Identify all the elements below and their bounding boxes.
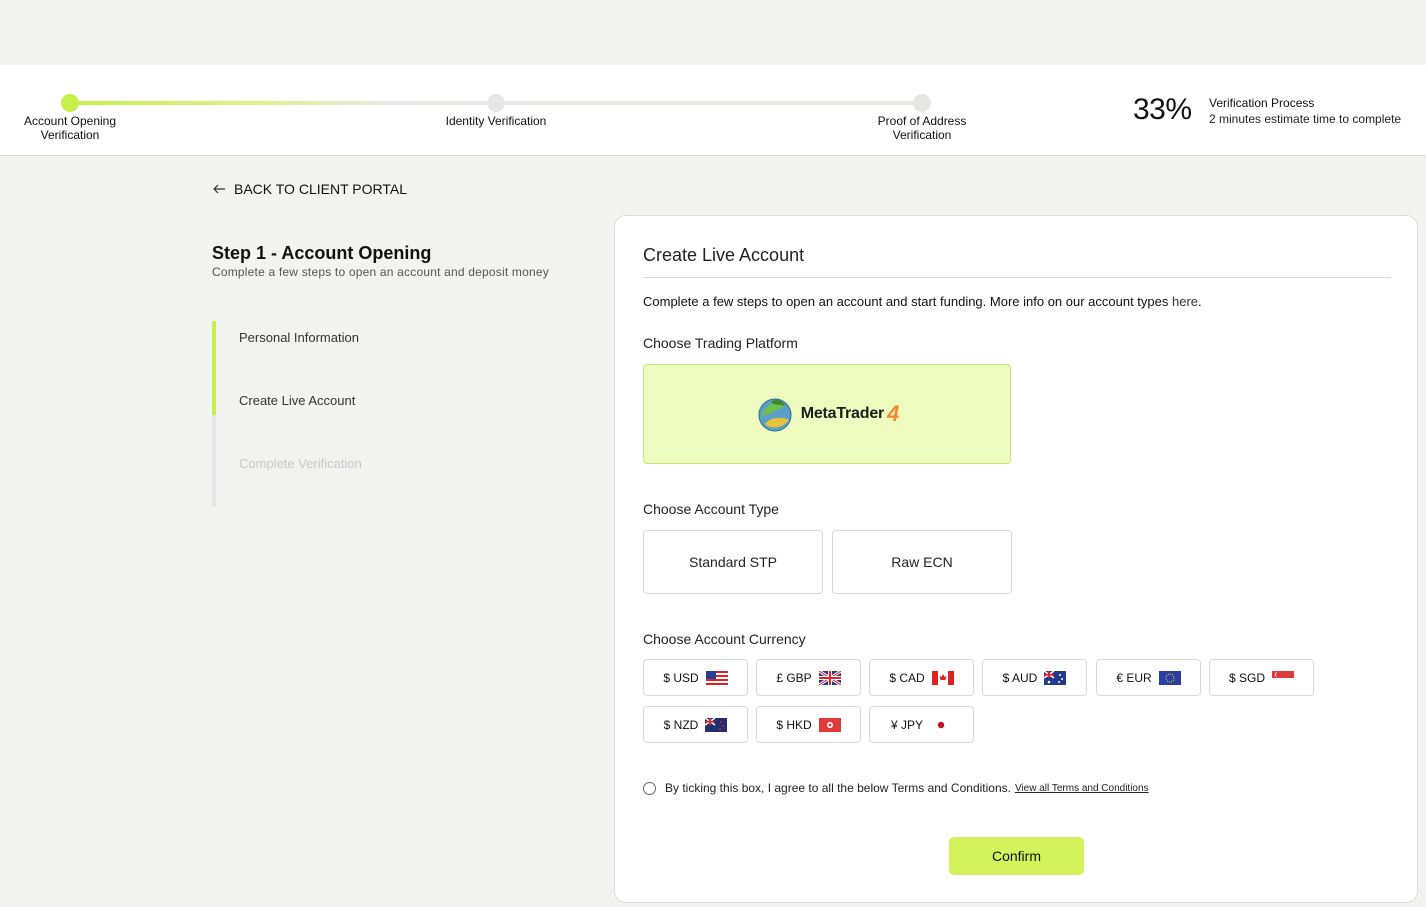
platform-version: 4: [887, 401, 900, 426]
currency-cad[interactable]: $ CAD: [869, 659, 974, 696]
step-label-account-opening: Account Opening Verification: [23, 114, 117, 142]
currency-sgd[interactable]: $ SGD: [1209, 659, 1314, 696]
currency-gbp[interactable]: £ GBP: [756, 659, 861, 696]
card-intro: Complete a few steps to open an account …: [643, 294, 1202, 309]
back-to-portal-link[interactable]: BACK TO CLIENT PORTAL: [212, 181, 407, 197]
currency-aud-label: $ AUD: [1002, 670, 1038, 685]
step-subtitle: Complete a few steps to open an account …: [212, 265, 549, 279]
card-intro-end: .: [1198, 294, 1202, 309]
account-currency-heading: Choose Account Currency: [643, 631, 806, 647]
currency-sgd-label: $ SGD: [1228, 670, 1265, 685]
currency-eur[interactable]: € EUR: [1096, 659, 1201, 696]
progress-track-segment-2: [496, 101, 922, 105]
progress-track-segment-1: [70, 101, 496, 105]
side-step-personal-information[interactable]: Personal Information: [239, 330, 359, 345]
currency-aud[interactable]: $ AUD: [982, 659, 1087, 696]
side-step-create-live-account[interactable]: Create Live Account: [239, 393, 355, 408]
currency-cad-label: $ CAD: [889, 670, 925, 685]
currency-hkd[interactable]: $ HKD: [756, 706, 861, 743]
back-to-portal-label: BACK TO CLIENT PORTAL: [234, 181, 407, 197]
currency-usd[interactable]: $ USD: [643, 659, 748, 696]
currency-jpy[interactable]: ¥ JPY: [869, 706, 974, 743]
ca-flag-icon: [931, 670, 954, 685]
currency-usd-label: $ USD: [663, 670, 699, 685]
card-title: Create Live Account: [643, 245, 805, 265]
hk-flag-icon: [818, 717, 841, 732]
side-step-track-fill: [212, 321, 216, 415]
currency-nzd[interactable]: $ NZD: [643, 706, 748, 743]
sg-flag-icon: [1272, 670, 1294, 685]
view-terms-link[interactable]: View all Terms and Conditions: [1015, 783, 1149, 794]
account-types-link[interactable]: here: [1172, 294, 1198, 309]
account-type-standard-stp[interactable]: Standard STP: [643, 530, 823, 594]
verification-progress-bar: Account Opening Verification Identity Ve…: [0, 65, 1426, 156]
step-dot-address: [913, 94, 931, 112]
currency-eur-label: € EUR: [1116, 670, 1152, 685]
account-type-heading: Choose Account Type: [643, 501, 779, 517]
eu-flag-icon: [1158, 670, 1181, 685]
progress-percent: 33%: [1133, 93, 1192, 126]
create-live-account-card: Create Live Account Complete a few steps…: [614, 215, 1418, 903]
trading-platform-heading: Choose Trading Platform: [643, 335, 798, 351]
account-type-raw-ecn[interactable]: Raw ECN: [832, 530, 1012, 594]
platform-name: MetaTrader: [800, 405, 885, 422]
au-flag-icon: [1044, 670, 1067, 685]
currency-nzd-label: $ NZD: [663, 717, 699, 732]
step-label-identity: Identity Verification: [445, 114, 547, 128]
platform-option-metatrader4[interactable]: MetaTrader 4: [643, 364, 1011, 464]
side-step-complete-verification: Complete Verification: [239, 456, 362, 471]
terms-row: By ticking this box, I agree to all the …: [643, 781, 1149, 795]
verification-process-estimate: 2 minutes estimate time to complete: [1209, 112, 1402, 126]
us-flag-icon: [705, 670, 728, 685]
currency-hkd-label: $ HKD: [776, 717, 812, 732]
step-dot-identity: [487, 94, 505, 112]
terms-text: By ticking this box, I agree to all the …: [665, 781, 1011, 795]
step-dot-account-opening: [61, 94, 79, 112]
step-title: Step 1 - Account Opening: [212, 243, 432, 263]
arrow-left-icon: [213, 184, 225, 194]
card-intro-text: Complete a few steps to open an account …: [643, 294, 1169, 309]
metatrader-logo-icon: [758, 398, 792, 432]
jp-flag-icon: [930, 717, 952, 732]
side-step-track: [212, 321, 216, 507]
card-divider: [643, 277, 1391, 278]
verification-process-title: Verification Process: [1209, 96, 1315, 110]
uk-flag-icon: [818, 670, 841, 685]
currency-jpy-label: ¥ JPY: [890, 717, 923, 732]
terms-agree-radio[interactable]: [643, 781, 656, 795]
step-label-address: Proof of Address Verification: [877, 114, 967, 142]
nz-flag-icon: [705, 717, 728, 732]
currency-gbp-label: £ GBP: [776, 670, 812, 685]
confirm-button[interactable]: Confirm: [949, 837, 1084, 875]
